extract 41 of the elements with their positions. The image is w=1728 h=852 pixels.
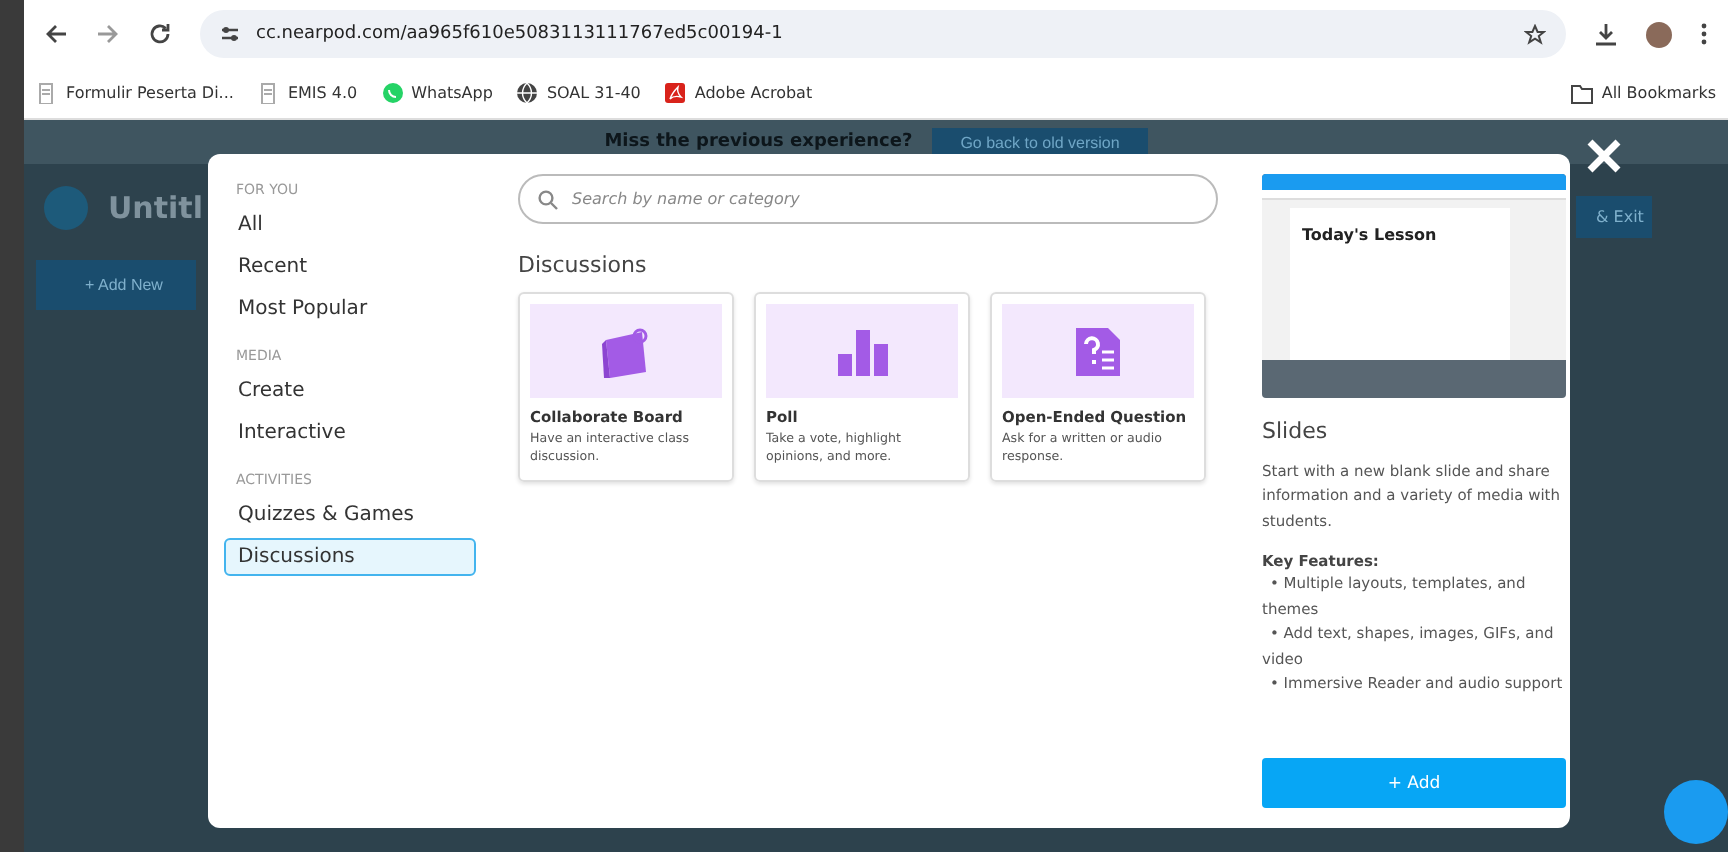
lesson-title: Untitl	[108, 190, 203, 226]
reload-icon[interactable]	[148, 22, 172, 46]
question-document-icon	[1070, 323, 1126, 379]
document-icon	[257, 82, 280, 104]
chat-bubble-icon	[381, 82, 404, 104]
bookmark-link[interactable]: SOAL 31-40	[546, 84, 641, 102]
category-item[interactable]: Discussions	[224, 538, 476, 576]
bookmark-link[interactable]: Formulir Peserta Di...	[66, 84, 234, 102]
document-icon	[36, 82, 58, 104]
pdf-icon	[664, 82, 687, 104]
url-text: cc.nearpod.com/aa965f610e5083113111767ed5c00194-1	[256, 24, 783, 44]
category-item[interactable]: All	[224, 206, 476, 244]
search-field[interactable]: Search by name or category	[518, 174, 1218, 224]
folder-icon	[1569, 83, 1594, 103]
category-item[interactable]: Interactive	[224, 414, 476, 452]
bookmark-link[interactable]: EMIS 4.0	[287, 84, 358, 102]
forward-icon[interactable]	[96, 22, 120, 46]
add-new-button[interactable]: + Add New	[36, 260, 196, 310]
logo-icon	[44, 186, 88, 230]
more-icon[interactable]	[1700, 22, 1708, 46]
globe-icon	[516, 82, 539, 104]
back-icon[interactable]	[44, 22, 68, 46]
preview-title: Slides	[1262, 418, 1330, 444]
bookmark-link[interactable]: All Bookmarks	[1601, 84, 1716, 102]
slide-heading: Today's Lesson	[1290, 208, 1510, 360]
category-item[interactable]: Quizzes & Games	[224, 496, 476, 534]
address-bar[interactable]: cc.nearpod.com/aa965f610e5083113111767ed5c00194-1	[200, 10, 1566, 58]
download-icon[interactable]	[1594, 22, 1618, 46]
category-item[interactable]: Most Popular	[224, 290, 476, 328]
section-title: Discussions	[518, 252, 649, 278]
category-item[interactable]: Recent	[224, 248, 476, 286]
exit-button[interactable]: & Exit	[1576, 196, 1652, 238]
banner-text: Miss the previous experience?	[604, 132, 913, 152]
avatar-icon[interactable]	[1646, 21, 1672, 47]
close-icon[interactable]	[1584, 136, 1624, 176]
bookmark-link[interactable]: WhatsApp	[411, 84, 493, 102]
search-icon	[538, 190, 558, 210]
star-icon[interactable]	[1524, 23, 1546, 45]
bookmark-link[interactable]: Adobe Acrobat	[694, 84, 813, 102]
category-item[interactable]: Create	[224, 372, 476, 410]
chat-button[interactable]	[1664, 780, 1728, 844]
